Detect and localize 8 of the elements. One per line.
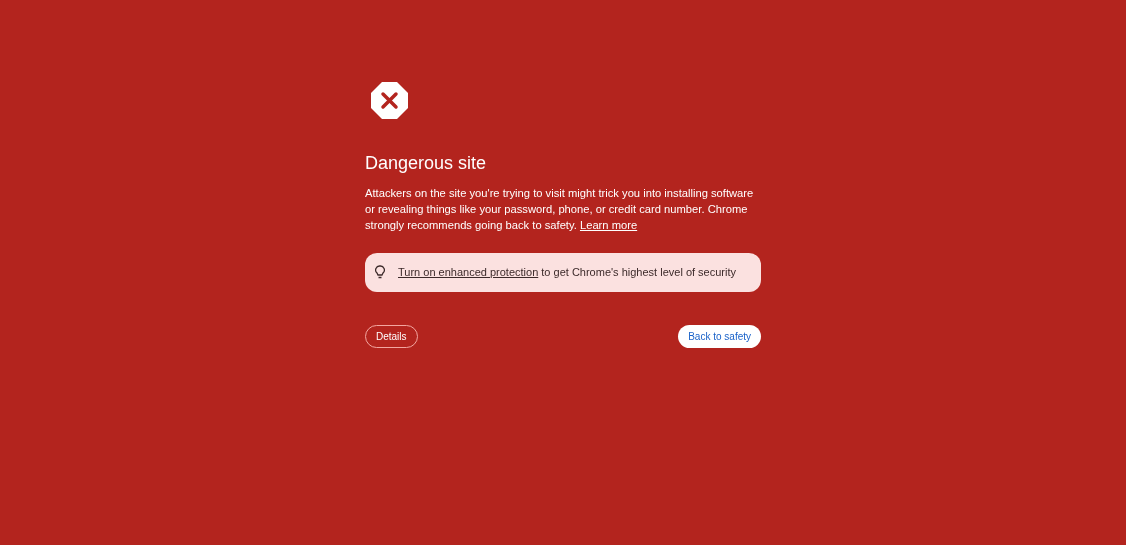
learn-more-link[interactable]: Learn more <box>579 218 638 231</box>
page-heading: Dangerous site <box>365 152 488 175</box>
lightbulb-icon <box>375 265 385 279</box>
back-to-safety-button[interactable]: Back to safety <box>678 324 761 348</box>
warning-message: Attackers on the site you're trying to visit might trick you into installing software or revealing things like your password, phone, or credit card number. Chrome strongly recommends going back to safety. Learn more <box>365 185 755 233</box>
enhanced-protection-link[interactable]: Turn on enhanced protection <box>398 265 539 278</box>
danger-icon <box>371 82 408 119</box>
protection-message: Turn on enhanced protection to get Chrome's highest level of security <box>398 264 736 280</box>
